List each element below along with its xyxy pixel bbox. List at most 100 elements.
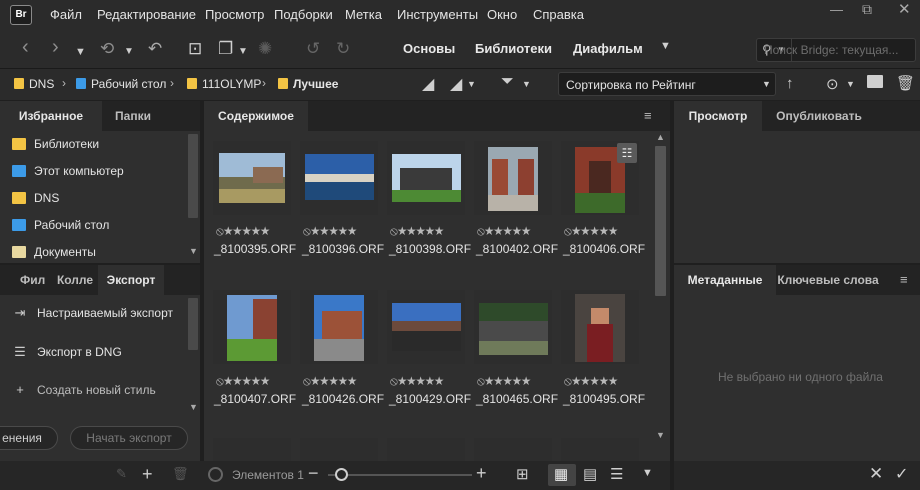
panel-menu-icon[interactable]: ≡ [644, 108, 652, 123]
menu-tools[interactable]: Инструменты [397, 7, 478, 22]
grid-lock-icon[interactable]: ⊞ [516, 465, 529, 483]
restore-icon[interactable]: ⧉ [862, 1, 872, 18]
refine-icon[interactable]: ✺ [258, 39, 272, 59]
menu-file[interactable]: Файл [50, 7, 82, 22]
minimize-icon[interactable]: — [830, 2, 843, 17]
favorite-this-pc[interactable]: Этот компьютер [12, 164, 124, 178]
rotate-left-icon[interactable]: ↺ [306, 39, 320, 59]
chevron-down-icon[interactable]: ▼ [124, 42, 134, 62]
chevron-down-icon[interactable]: ▼ [642, 467, 653, 479]
favorite-documents[interactable]: Документы [12, 245, 96, 259]
file-name[interactable]: _8100465.ORF [476, 392, 558, 406]
menu-edit[interactable]: Редактирование [97, 7, 196, 22]
list-view-icon[interactable]: ☰ [610, 465, 623, 483]
menu-help[interactable]: Справка [533, 7, 584, 22]
menu-label[interactable]: Метка [345, 7, 382, 22]
tab-filter[interactable]: Фил [0, 265, 50, 295]
tab-folders[interactable]: Папки [102, 101, 164, 131]
thumbnail-cell[interactable]: ☷ [561, 141, 639, 215]
file-name[interactable]: _8100396.ORF [302, 242, 384, 256]
favorite-desktop[interactable]: Рабочий стол [12, 218, 109, 232]
rating-stars[interactable]: ⦸★★★★★ [390, 374, 444, 389]
panel-menu-icon[interactable]: ≡ [900, 272, 908, 287]
file-name[interactable]: _8100495.ORF [563, 392, 645, 406]
slider-handle[interactable] [335, 468, 348, 481]
favorites-scrollbar[interactable] [188, 134, 198, 218]
file-name[interactable]: _8100429.ORF [389, 392, 471, 406]
scroll-up-icon[interactable]: ▲ [656, 132, 665, 142]
workspace-libraries[interactable]: Библиотеки [475, 41, 552, 56]
file-name[interactable]: _8100398.ORF [389, 242, 471, 256]
filter-icon[interactable]: ⏷ [501, 73, 514, 91]
boomerang-icon[interactable]: ↶ [148, 39, 162, 59]
file-name[interactable]: _8100406.ORF [563, 242, 645, 256]
scroll-down-icon[interactable]: ▼ [189, 246, 198, 256]
create-style-item[interactable]: + Создать новый стиль [14, 382, 156, 397]
delete-icon[interactable]: 🗑 [896, 74, 915, 92]
chevron-down-icon[interactable]: ▼ [75, 42, 86, 62]
favorite-libraries[interactable]: Библиотеки [12, 137, 99, 151]
zoom-in-icon[interactable]: + [476, 463, 487, 484]
add-icon[interactable]: + [142, 464, 153, 485]
rating-stars[interactable]: ⦸★★★★★ [303, 374, 357, 389]
breadcrumb-best[interactable]: Лучшее [278, 77, 338, 91]
file-name[interactable]: _8100407.ORF [214, 392, 296, 406]
tab-content[interactable]: Содержимое [204, 101, 308, 131]
export-dng-item[interactable]: ☰ Экспорт в DNG [14, 344, 122, 360]
trash-icon[interactable]: 🗑 [172, 466, 189, 482]
apply-icon[interactable]: ✓ [895, 464, 908, 484]
back-icon[interactable]: ‹ [22, 37, 29, 57]
menu-view[interactable]: Просмотр [205, 7, 264, 22]
rating-stars[interactable]: ⦸★★★★★ [564, 374, 618, 389]
thumbnail-cell[interactable] [387, 290, 465, 364]
recent-history-icon[interactable]: ⟲ [100, 39, 114, 59]
copy-files-icon[interactable]: ❐ [218, 39, 233, 59]
thumbnail-cell[interactable] [213, 141, 291, 215]
new-folder-icon[interactable] [867, 75, 883, 88]
chevron-down-icon[interactable]: ▼ [846, 79, 855, 89]
tab-preview[interactable]: Просмотр [674, 101, 762, 131]
tab-metadata[interactable]: Метаданные [674, 265, 776, 295]
rating-stars[interactable]: ⦸★★★★★ [564, 224, 618, 239]
rating-stars[interactable]: ⦸★★★★★ [216, 224, 270, 239]
zoom-out-icon[interactable]: − [308, 463, 319, 484]
thumbnail-cell[interactable] [213, 438, 291, 461]
thumbnail-cell[interactable] [300, 290, 378, 364]
open-recent-icon[interactable]: ⊙ [826, 75, 839, 93]
thumbnail-quality-icon[interactable]: ◢ [450, 74, 462, 94]
close-icon[interactable]: ✕ [898, 0, 911, 18]
workspace-basics[interactable]: Основы [403, 41, 455, 56]
file-name[interactable]: _8100395.ORF [214, 242, 296, 256]
file-name[interactable]: _8100402.ORF [476, 242, 558, 256]
tab-publish[interactable]: Опубликовать [766, 101, 872, 131]
thumbnail-cell[interactable] [213, 290, 291, 364]
rating-stars[interactable]: ⦸★★★★★ [477, 224, 531, 239]
thumbnail-cell[interactable] [561, 290, 639, 364]
cancel-icon[interactable]: ✕ [869, 464, 883, 484]
menu-window[interactable]: Окно [487, 7, 517, 22]
search-input[interactable]: Поиск Bridge: текущая... [764, 43, 898, 57]
chevron-down-icon[interactable]: ▼ [522, 79, 531, 89]
tab-favorites[interactable]: Избранное [0, 101, 102, 131]
scroll-down-icon[interactable]: ▼ [656, 430, 665, 440]
sort-ascending-icon[interactable]: ↑ [786, 75, 794, 92]
menu-stacks[interactable]: Подборки [274, 7, 333, 22]
thumbnail-cell[interactable] [300, 438, 378, 461]
breadcrumb-dns[interactable]: DNS [14, 77, 54, 91]
breadcrumb-111olymp[interactable]: 111OLYMP [187, 77, 261, 91]
workspace-menu-icon[interactable]: ▼ [660, 40, 671, 52]
save-changes-button[interactable]: енения [0, 426, 58, 450]
thumbnail-cell[interactable] [474, 290, 552, 364]
thumbnail-cell[interactable] [387, 141, 465, 215]
thumbnail-cell[interactable] [387, 438, 465, 461]
rating-stars[interactable]: ⦸★★★★★ [216, 374, 270, 389]
favorite-dns[interactable]: DNS [12, 191, 59, 205]
chevron-down-icon[interactable]: ▼ [238, 42, 248, 62]
rating-stars[interactable]: ⦸★★★★★ [477, 374, 531, 389]
thumbnail-cell[interactable] [474, 438, 552, 461]
rotate-right-icon[interactable]: ↻ [336, 39, 350, 59]
forward-icon[interactable]: › [52, 37, 59, 57]
thumbnail-cell[interactable] [474, 141, 552, 215]
chevron-down-icon[interactable]: ▼ [467, 79, 476, 89]
thumbnail-cell[interactable] [561, 438, 639, 461]
